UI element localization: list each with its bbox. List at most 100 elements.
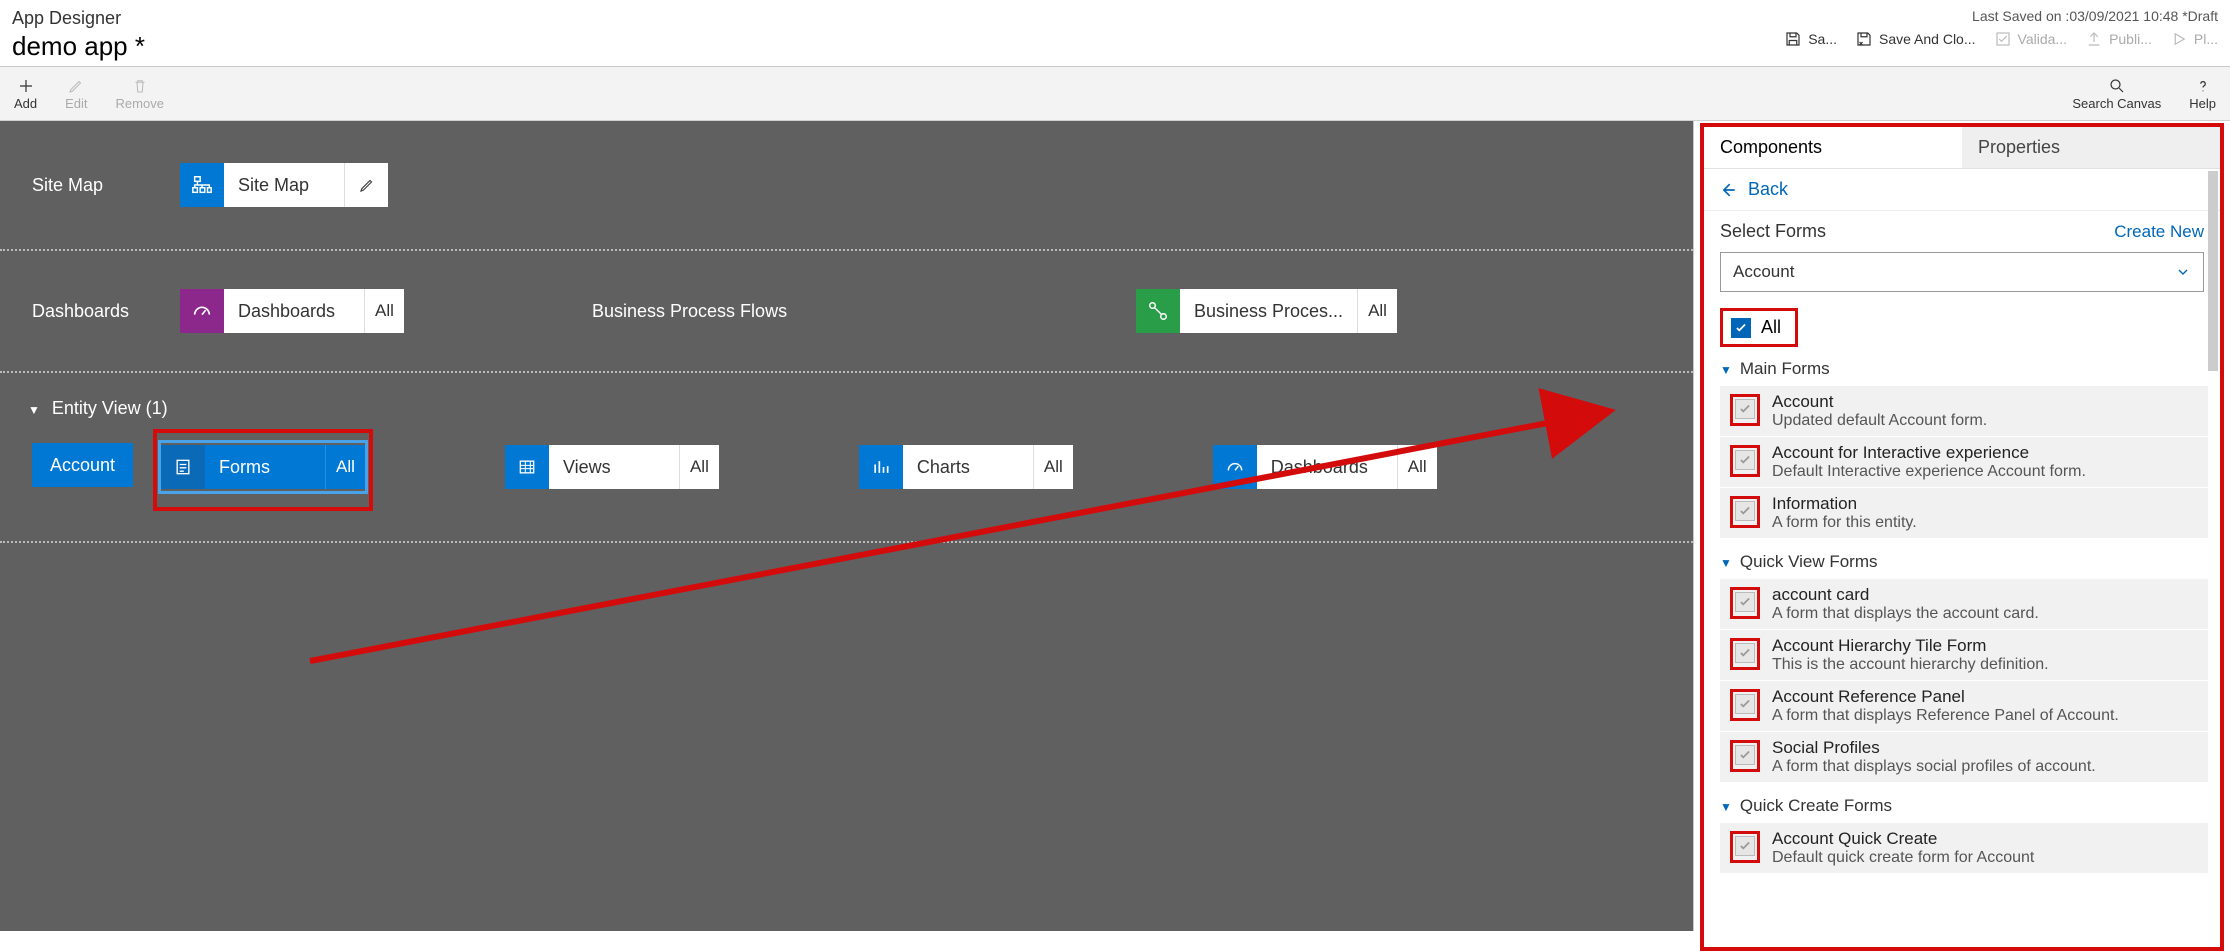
dashboards-all-tag[interactable]: All xyxy=(364,289,404,333)
back-button[interactable]: Back xyxy=(1704,169,2220,211)
chevron-down-icon xyxy=(1720,552,1732,572)
sitemap-tile[interactable]: Site Map xyxy=(180,163,388,207)
form-checkbox[interactable] xyxy=(1735,694,1755,714)
form-checkbox[interactable] xyxy=(1735,745,1755,765)
form-checkbox[interactable] xyxy=(1735,501,1755,521)
group-title: Quick View Forms xyxy=(1740,552,1878,572)
dashboards-tile-label: Dashboards xyxy=(224,289,364,333)
scrollbar[interactable] xyxy=(2208,171,2218,371)
sitemap-edit-button[interactable] xyxy=(344,163,388,207)
bpf-section-label: Business Process Flows xyxy=(592,301,787,322)
form-group-header[interactable]: Quick Create Forms xyxy=(1704,786,2220,822)
create-new-link[interactable]: Create New xyxy=(2114,222,2204,242)
entity-dashboards-all-tag[interactable]: All xyxy=(1397,445,1437,489)
form-list-item[interactable]: Account Quick CreateDefault quick create… xyxy=(1720,822,2208,873)
group-title: Quick Create Forms xyxy=(1740,796,1892,816)
save-label: Sa... xyxy=(1808,31,1837,47)
form-checkbox[interactable] xyxy=(1735,643,1755,663)
save-close-button[interactable]: Save And Clo... xyxy=(1855,30,1976,48)
publish-label: Publi... xyxy=(2109,31,2152,47)
play-icon xyxy=(2170,30,2188,48)
save-icon xyxy=(1784,30,1802,48)
form-list-item[interactable]: account cardA form that displays the acc… xyxy=(1720,578,2208,629)
remove-button: Remove xyxy=(116,77,164,110)
form-list-item[interactable]: Social ProfilesA form that displays soci… xyxy=(1720,731,2208,782)
form-list-item[interactable]: InformationA form for this entity. xyxy=(1720,487,2208,538)
form-title: Account Hierarchy Tile Form xyxy=(1772,636,2049,656)
bpf-tile[interactable]: Business Proces... All xyxy=(1136,289,1397,333)
design-canvas[interactable]: Site Map Site Map Dashboards xyxy=(0,121,1693,931)
search-label: Search Canvas xyxy=(2072,97,2161,110)
entity-view-toggle[interactable]: Entity View (1) xyxy=(0,373,1693,443)
forms-tile[interactable]: Forms All xyxy=(161,443,365,491)
chevron-down-icon xyxy=(1720,359,1732,379)
app-name: demo app * xyxy=(12,31,145,62)
form-title: Account xyxy=(1772,392,1987,412)
form-desc: This is the account hierarchy definition… xyxy=(1772,656,2049,674)
chevron-down-icon xyxy=(28,398,40,419)
entity-dropdown[interactable]: Account xyxy=(1720,252,2204,292)
account-entity-button[interactable]: Account xyxy=(32,443,133,487)
all-checkbox[interactable] xyxy=(1731,318,1751,338)
save-close-icon xyxy=(1855,30,1873,48)
bpf-all-tag[interactable]: All xyxy=(1357,289,1397,333)
form-checkbox[interactable] xyxy=(1735,399,1755,419)
validate-button[interactable]: Valida... xyxy=(1994,30,2068,48)
form-title: Information xyxy=(1772,494,1917,514)
forms-tile-label: Forms xyxy=(205,445,325,489)
save-button[interactable]: Sa... xyxy=(1784,30,1837,48)
validate-label: Valida... xyxy=(2018,31,2068,47)
bpf-tile-label: Business Proces... xyxy=(1180,289,1357,333)
edit-label: Edit xyxy=(65,97,87,110)
search-icon xyxy=(2108,77,2126,95)
form-checkbox[interactable] xyxy=(1735,836,1755,856)
views-tile[interactable]: Views All xyxy=(505,443,719,491)
last-saved-text: Last Saved on :03/09/2021 10:48 *Draft xyxy=(1784,8,2218,24)
form-checkbox[interactable] xyxy=(1735,592,1755,612)
tab-components[interactable]: Components xyxy=(1704,127,1962,168)
gauge-icon xyxy=(1213,445,1257,489)
help-icon xyxy=(2194,77,2212,95)
search-canvas-button[interactable]: Search Canvas xyxy=(2072,77,2161,110)
form-checkbox[interactable] xyxy=(1735,450,1755,470)
form-list-item[interactable]: AccountUpdated default Account form. xyxy=(1720,385,2208,436)
charts-tile[interactable]: Charts All xyxy=(859,443,1073,491)
play-button[interactable]: Pl... xyxy=(2170,30,2218,48)
form-group-header[interactable]: Quick View Forms xyxy=(1704,542,2220,578)
add-label: Add xyxy=(14,97,37,110)
play-label: Pl... xyxy=(2194,31,2218,47)
entity-dashboards-tile[interactable]: Dashboards All xyxy=(1213,443,1437,491)
add-button[interactable]: Add xyxy=(14,77,37,110)
publish-button[interactable]: Publi... xyxy=(2085,30,2152,48)
dashboards-tile[interactable]: Dashboards All xyxy=(180,289,404,333)
form-group-header[interactable]: Main Forms xyxy=(1704,349,2220,385)
form-list-item[interactable]: Account Reference PanelA form that displ… xyxy=(1720,680,2208,731)
form-desc: A form that displays the account card. xyxy=(1772,605,2039,623)
form-desc: A form that displays social profiles of … xyxy=(1772,758,2096,776)
save-close-label: Save And Clo... xyxy=(1879,31,1976,47)
views-tile-label: Views xyxy=(549,445,679,489)
pencil-icon xyxy=(67,77,85,95)
forms-all-tag[interactable]: All xyxy=(325,445,365,489)
help-label: Help xyxy=(2189,97,2216,110)
form-desc: Updated default Account form. xyxy=(1772,412,1987,430)
arrow-left-icon xyxy=(1718,180,1738,200)
form-list-item[interactable]: Account Hierarchy Tile FormThis is the a… xyxy=(1720,629,2208,680)
views-all-tag[interactable]: All xyxy=(679,445,719,489)
form-title: Account Quick Create xyxy=(1772,829,2034,849)
form-title: Account for Interactive experience xyxy=(1772,443,2086,463)
form-title: Social Profiles xyxy=(1772,738,2096,758)
plus-icon xyxy=(17,77,35,95)
sitemap-icon xyxy=(180,163,224,207)
form-icon xyxy=(161,445,205,489)
group-title: Main Forms xyxy=(1740,359,1830,379)
help-button[interactable]: Help xyxy=(2189,77,2216,110)
form-desc: Default quick create form for Account xyxy=(1772,849,2034,867)
form-title: Account Reference Panel xyxy=(1772,687,2119,707)
sitemap-tile-label: Site Map xyxy=(224,163,344,207)
charts-all-tag[interactable]: All xyxy=(1033,445,1073,489)
entity-dashboards-tile-label: Dashboards xyxy=(1257,445,1397,489)
form-list-item[interactable]: Account for Interactive experienceDefaul… xyxy=(1720,436,2208,487)
side-panel: Components Properties Back Select Forms … xyxy=(1700,123,2224,951)
tab-properties[interactable]: Properties xyxy=(1962,127,2220,168)
